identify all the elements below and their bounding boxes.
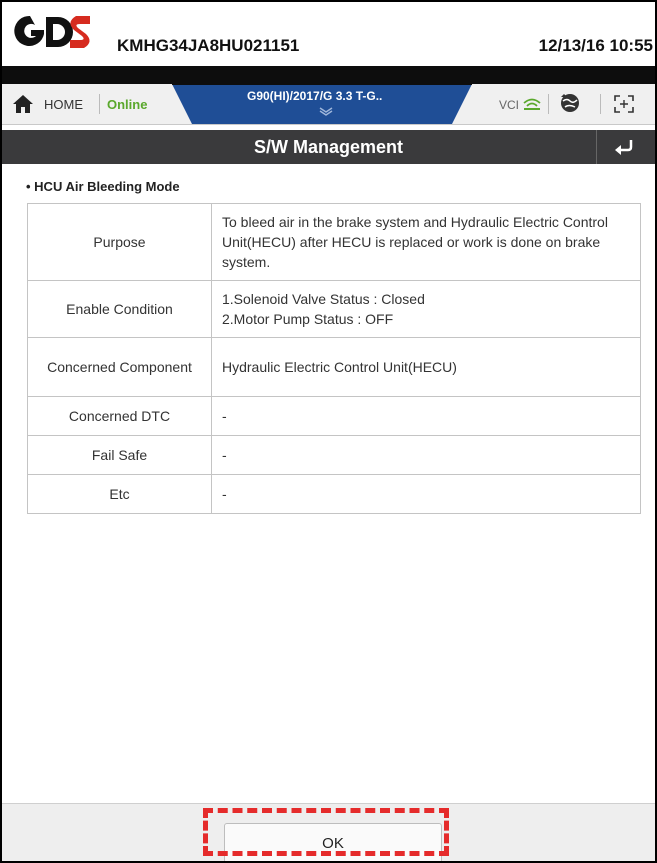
divider xyxy=(99,94,100,114)
page-title: S/W Management xyxy=(253,137,404,157)
row-label: Enable Condition xyxy=(27,280,212,338)
table-row: Fail Safe - xyxy=(27,435,641,475)
row-label: Fail Safe xyxy=(27,435,212,475)
connection-status: Online xyxy=(107,97,148,112)
table-row: Concerned Component Hydraulic Electric C… xyxy=(27,337,641,397)
chevron-down-icon[interactable] xyxy=(318,106,334,116)
section-heading: • HCU Air Bleeding Mode xyxy=(26,179,180,194)
app-window: KMHG34JA8HU021151 12/13/16 10:55 HOME On… xyxy=(0,0,657,863)
row-label: Concerned Component xyxy=(27,337,212,397)
title-bar: S/W Management xyxy=(2,130,655,164)
table-row: Etc - xyxy=(27,474,641,514)
row-value: 1.Solenoid Valve Status : Closed 2.Motor… xyxy=(211,280,641,338)
table-row: Enable Condition 1.Solenoid Valve Status… xyxy=(27,280,641,338)
home-icon[interactable] xyxy=(12,94,34,114)
home-button-label[interactable]: HOME xyxy=(44,97,83,112)
table-row: Purpose To bleed air in the brake system… xyxy=(27,203,641,281)
row-label: Etc xyxy=(27,474,212,514)
top-divider-band xyxy=(2,66,655,84)
row-label: Purpose xyxy=(27,203,212,281)
row-value: Hydraulic Electric Control Unit(HECU) xyxy=(211,337,641,397)
divider xyxy=(596,130,597,164)
back-icon[interactable] xyxy=(612,137,634,157)
status-bar: KMHG34JA8HU021151 12/13/16 10:55 xyxy=(2,2,655,66)
vin-text: KMHG34JA8HU021151 xyxy=(117,36,300,55)
divider xyxy=(600,94,601,114)
navigation-bar: HOME Online G90(HI)/2017/G 3.3 T-G.. VCI xyxy=(2,84,655,125)
divider xyxy=(548,94,549,114)
condition-1: 1.Solenoid Valve Status : Closed xyxy=(222,291,425,307)
globe-icon[interactable] xyxy=(559,92,581,114)
fullscreen-icon[interactable] xyxy=(614,95,634,113)
row-value: - xyxy=(211,396,641,436)
gds-logo xyxy=(14,15,90,48)
footer-bar: OK xyxy=(2,803,655,861)
wifi-icon xyxy=(523,98,541,110)
ok-button[interactable]: OK xyxy=(224,823,442,861)
condition-2: 2.Motor Pump Status : OFF xyxy=(222,311,394,327)
info-table: Purpose To bleed air in the brake system… xyxy=(27,203,641,514)
row-label: Concerned DTC xyxy=(27,396,212,436)
table-row: Concerned DTC - xyxy=(27,396,641,436)
row-value: To bleed air in the brake system and Hyd… xyxy=(211,203,641,281)
row-value: - xyxy=(211,474,641,514)
vehicle-info[interactable]: G90(HI)/2017/G 3.3 T-G.. xyxy=(247,89,382,103)
vci-label: VCI xyxy=(499,98,520,112)
datetime-text: 12/13/16 10:55 xyxy=(538,36,653,55)
row-value: - xyxy=(211,435,641,475)
